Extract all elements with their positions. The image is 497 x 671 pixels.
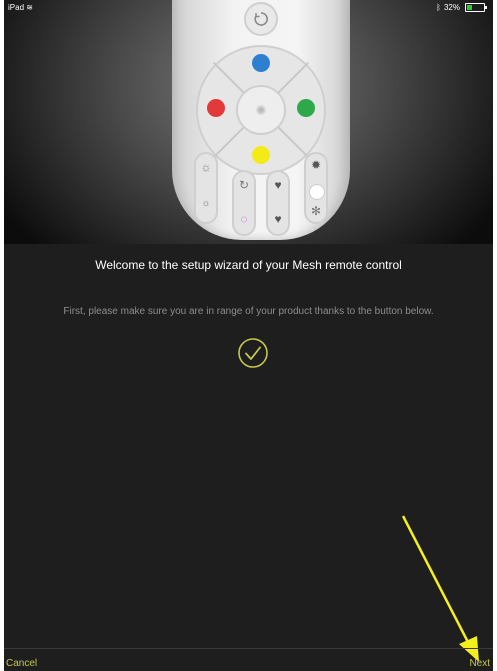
bluetooth-icon: ᛒ	[436, 3, 441, 12]
refresh-icon: ↻	[238, 178, 250, 192]
cancel-button[interactable]: Cancel	[6, 658, 37, 669]
battery-percent: 32%	[443, 3, 460, 12]
temperature-pill: ✹ ✻	[304, 152, 328, 224]
heart-2-icon: ♥	[274, 212, 282, 226]
mode-pill: ↻ ◌	[232, 170, 256, 236]
footer-divider	[4, 648, 493, 649]
next-button[interactable]: Next	[469, 658, 490, 669]
remote-hero-image: ☼ ☼ ↻ ◌ ♥ ♥ ✹ ✻	[4, 0, 493, 244]
status-right: ᛒ 32%	[436, 3, 487, 12]
wifi-icon: ≋	[26, 3, 33, 12]
brightness-pill: ☼ ☼	[194, 152, 218, 224]
annotation-arrow	[401, 515, 479, 662]
device-label: iPad ≋	[8, 3, 33, 12]
dpad-center-button	[236, 85, 286, 135]
warm-sun-icon: ✹	[310, 158, 322, 172]
red-color-dot	[207, 99, 225, 117]
app-screen: ☼ ☼ ↻ ◌ ♥ ♥ ✹ ✻ iPad ≋ ᛒ 32% Welcome to …	[4, 0, 493, 671]
sun-icon: ☼	[200, 160, 212, 174]
battery-icon	[465, 3, 487, 12]
wizard-instruction: First, please make sure you are in range…	[63, 306, 434, 317]
white-color-dot	[309, 184, 325, 200]
heart-1-icon: ♥	[274, 178, 282, 192]
blue-color-dot	[252, 54, 270, 72]
green-color-dot	[297, 99, 315, 117]
rainbow-cycle-icon: ◌	[240, 212, 248, 226]
status-bar: iPad ≋ ᛒ 32%	[4, 0, 493, 14]
yellow-color-dot	[252, 146, 270, 164]
wizard-title: Welcome to the setup wizard of your Mesh…	[95, 258, 402, 272]
remote-control-illustration: ☼ ☼ ↻ ◌ ♥ ♥ ✹ ✻	[172, 0, 350, 240]
sun-small-icon: ☼	[201, 198, 211, 209]
cold-snowflake-icon: ✻	[310, 204, 322, 218]
checkmark-circle-icon[interactable]	[237, 337, 269, 369]
favorite-pill: ♥ ♥	[266, 170, 290, 236]
